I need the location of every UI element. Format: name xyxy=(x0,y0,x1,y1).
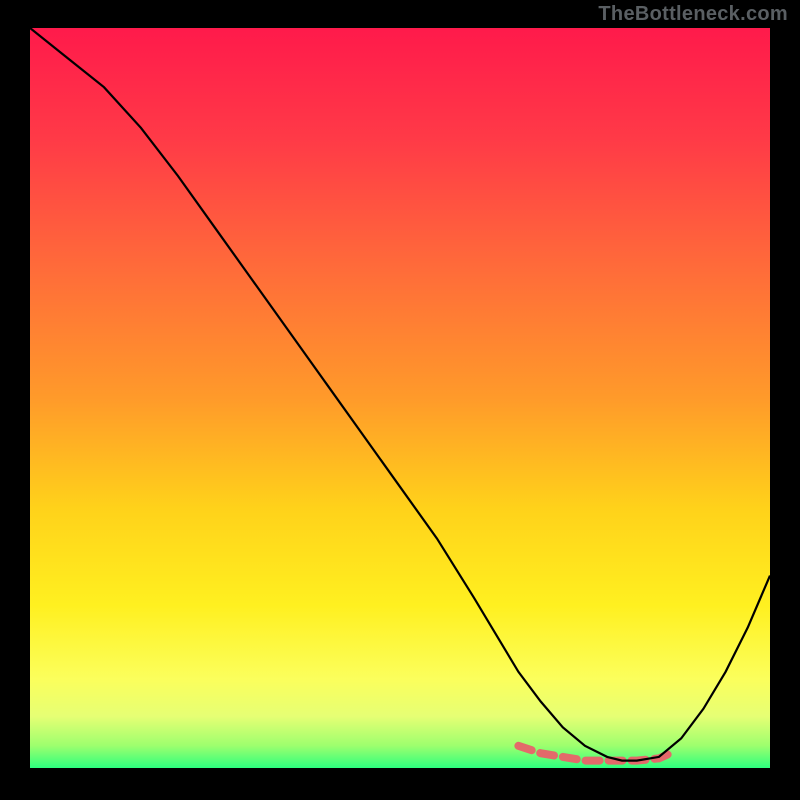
chart-svg xyxy=(30,28,770,768)
watermark-text: TheBottleneck.com xyxy=(598,3,788,26)
plot-area xyxy=(30,28,770,768)
chart-container: TheBottleneck.com xyxy=(0,0,800,800)
gradient-background xyxy=(30,28,770,768)
